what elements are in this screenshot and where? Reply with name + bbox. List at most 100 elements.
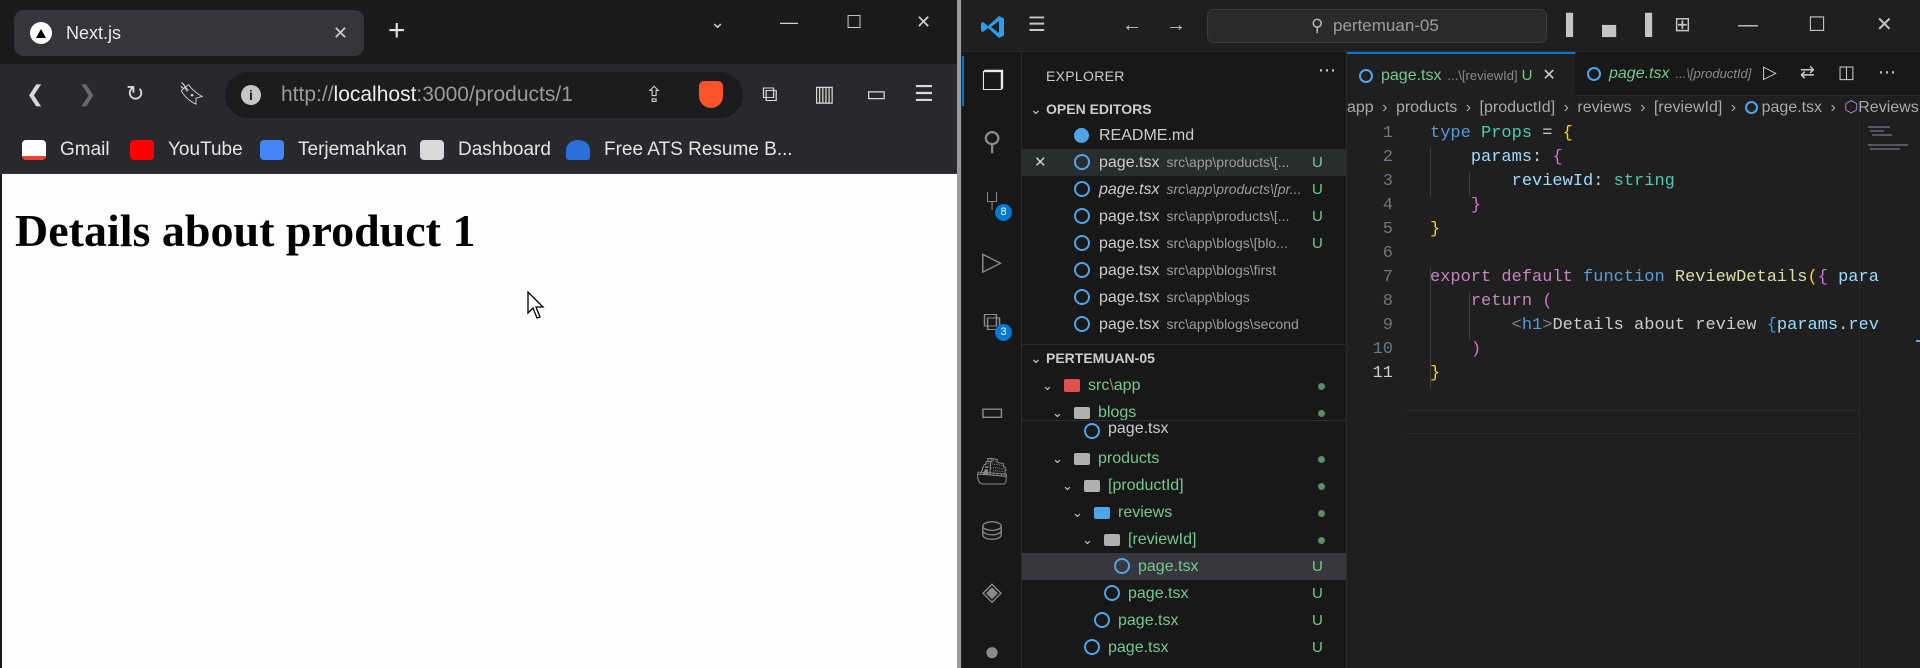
compare-changes-icon[interactable]: ⇄	[1800, 62, 1815, 82]
toggle-primary-sidebar-icon[interactable]: ▌	[1566, 14, 1580, 36]
nav-forward-icon[interactable]: →	[1166, 14, 1186, 36]
layers-icon[interactable]: ◈	[962, 566, 1022, 616]
editor-area: page.tsx ...\[reviewId] U ✕ page.tsx ...\[pr…	[1347, 52, 1920, 668]
forward-icon[interactable]: ❯	[78, 80, 96, 108]
editor-tab-active[interactable]: page.tsx ...\[reviewId] U ✕	[1347, 52, 1575, 96]
chevron-down-icon: ⌄	[1030, 350, 1042, 366]
open-editor-item[interactable]: ✕ page.tsx src\app\products\[... U	[1022, 149, 1346, 176]
bookmarks-bar: Gmail YouTube Terjemahkan Dashboard Free…	[0, 126, 957, 174]
tab-list-chevron-icon[interactable]: ⌄	[710, 12, 725, 33]
react-file-icon	[1094, 612, 1110, 628]
react-file-icon	[1587, 66, 1601, 81]
tree-folder-src-app[interactable]: ⌄ src\app	[1022, 372, 1346, 399]
more-actions-icon[interactable]: ⋯	[1318, 60, 1336, 81]
bookmark-dashboard[interactable]: Dashboard	[420, 126, 551, 174]
sidebar-toggle-icon[interactable]: ▥	[814, 80, 835, 108]
share-icon[interactable]: ⇪	[645, 82, 663, 108]
url-text[interactable]: http://localhost:3000/products/1	[281, 83, 573, 107]
open-editors-section[interactable]: ⌄ OPEN EDITORS	[1022, 96, 1346, 122]
line-number: 8	[1382, 292, 1393, 311]
command-center-search[interactable]: ⚲ pertemuan-05	[1207, 9, 1547, 43]
tab-title: Next.js	[66, 22, 122, 43]
nav-back-icon[interactable]: ←	[1122, 14, 1142, 36]
bookmark-terjemahkan[interactable]: Terjemahkan	[260, 126, 407, 174]
app-menu-icon[interactable]: ☰	[1028, 14, 1046, 36]
breadcrumb-item[interactable]: reviews	[1577, 99, 1631, 116]
tree-file[interactable]: page.tsx	[1022, 420, 1346, 447]
explorer-icon[interactable]: ❐	[962, 56, 1022, 106]
tree-folder-reviews[interactable]: ⌄ reviews	[1022, 499, 1346, 526]
open-editor-item[interactable]: page.tsx src\app\blogs\[blo... U	[1022, 230, 1346, 257]
minimap[interactable]	[1859, 120, 1920, 668]
bookmark-resume[interactable]: Free ATS Resume B...	[566, 126, 793, 174]
editor-tab[interactable]: page.tsx ...\[productId]	[1575, 52, 1755, 96]
vscode-maximize-icon[interactable]: ☐	[1808, 14, 1826, 36]
brave-shields-icon[interactable]	[699, 81, 723, 108]
project-section[interactable]: ⌄ PERTEMUAN-05	[1022, 344, 1346, 370]
close-tab-icon[interactable]: ✕	[333, 23, 348, 44]
extensions-icon[interactable]: ⧉	[762, 80, 778, 108]
open-editor-item[interactable]: page.tsx src\app\blogs\second	[1022, 311, 1346, 338]
open-editor-item[interactable]: page.tsx src\app\blogs	[1022, 284, 1346, 311]
reload-icon[interactable]: ↻	[126, 80, 144, 108]
line-number: 4	[1382, 196, 1393, 215]
menu-icon[interactable]: ☰	[914, 80, 934, 108]
wallet-icon[interactable]: ▭	[866, 80, 887, 108]
code-line: type Props = {	[1430, 124, 1573, 143]
open-editor-item[interactable]: page.tsx src\app\blogs\first	[1022, 257, 1346, 284]
tree-file-active[interactable]: page.tsx U	[1022, 553, 1346, 580]
toggle-panel-icon[interactable]: ▄	[1602, 14, 1616, 36]
close-editor-icon[interactable]: ✕	[1034, 149, 1047, 176]
address-bar[interactable]: i http://localhost:3000/products/1 ⇪	[225, 72, 743, 118]
file-name: page.tsx	[1099, 181, 1160, 198]
bookmark-gmail[interactable]: Gmail	[22, 126, 110, 174]
split-editor-icon[interactable]: ◫	[1838, 62, 1855, 82]
run-debug-icon[interactable]: ▷	[962, 236, 1022, 286]
close-window-icon[interactable]: ✕	[916, 12, 931, 33]
tree-file[interactable]: page.tsx U	[1022, 634, 1346, 661]
folder-icon	[1074, 407, 1090, 419]
source-control-icon[interactable]: ⑂ 8	[962, 176, 1022, 226]
more-editor-actions-icon[interactable]: ⋯	[1878, 62, 1896, 82]
browser-tab[interactable]: Next.js ✕	[14, 10, 364, 56]
site-info-icon[interactable]: i	[241, 85, 261, 105]
vscode-minimize-icon[interactable]: —	[1738, 14, 1758, 36]
tree-folder-products[interactable]: ⌄ products	[1022, 445, 1346, 472]
github-icon[interactable]: ●	[962, 626, 1022, 668]
tree-file[interactable]: page.tsx U	[1022, 580, 1346, 607]
tree-folder-reviewid[interactable]: ⌄ [reviewId]	[1022, 526, 1346, 553]
vscode-close-icon[interactable]: ✕	[1876, 14, 1893, 36]
toggle-secondary-sidebar-icon[interactable]: ▐	[1638, 14, 1652, 36]
customize-layout-icon[interactable]: ⊞	[1674, 14, 1691, 36]
breadcrumb-item[interactable]: [reviewId]	[1654, 99, 1722, 116]
line-number: 2	[1382, 148, 1393, 167]
open-editor-item[interactable]: page.tsx src\app\products\[... U	[1022, 203, 1346, 230]
search-view-icon[interactable]: ⚲	[962, 116, 1022, 166]
symbol-icon: ⬡	[1844, 99, 1859, 116]
bookmark-youtube[interactable]: YouTube	[130, 126, 243, 174]
git-status: U	[1312, 585, 1323, 602]
database-icon[interactable]: ⛁	[962, 506, 1022, 556]
docker-icon[interactable]: ⛴	[962, 446, 1022, 496]
folder-icon	[1104, 534, 1120, 546]
breadcrumb-item[interactable]: app	[1347, 99, 1374, 116]
maximize-icon[interactable]: ☐	[846, 12, 862, 33]
remote-explorer-icon[interactable]: ▭	[962, 386, 1022, 436]
open-editor-item[interactable]: README.md	[1022, 122, 1346, 149]
extensions-view-icon[interactable]: ⧉ 3	[962, 296, 1022, 346]
breadcrumb-item[interactable]: [productId]	[1480, 99, 1556, 116]
git-status: U	[1312, 154, 1323, 171]
breadcrumb-item[interactable]: products	[1396, 99, 1457, 116]
close-tab-icon[interactable]: ✕	[1542, 67, 1555, 84]
tree-folder-productid[interactable]: ⌄ [productId]	[1022, 472, 1346, 499]
breadcrumb-item[interactable]: page.tsx	[1762, 99, 1822, 116]
open-editor-item[interactable]: page.tsx src\app\products\[pr... U	[1022, 176, 1346, 203]
minimize-icon[interactable]: —	[780, 12, 798, 33]
breadcrumb-item[interactable]: Reviews	[1858, 99, 1918, 116]
new-tab-button[interactable]: +	[388, 16, 406, 46]
run-icon[interactable]: ▷	[1763, 62, 1777, 82]
chevron-right-icon: ›	[1730, 99, 1737, 116]
bookmark-icon[interactable]: 🔖︎	[178, 80, 206, 108]
back-icon[interactable]: ❮	[26, 80, 44, 108]
tree-file[interactable]: page.tsx U	[1022, 607, 1346, 634]
